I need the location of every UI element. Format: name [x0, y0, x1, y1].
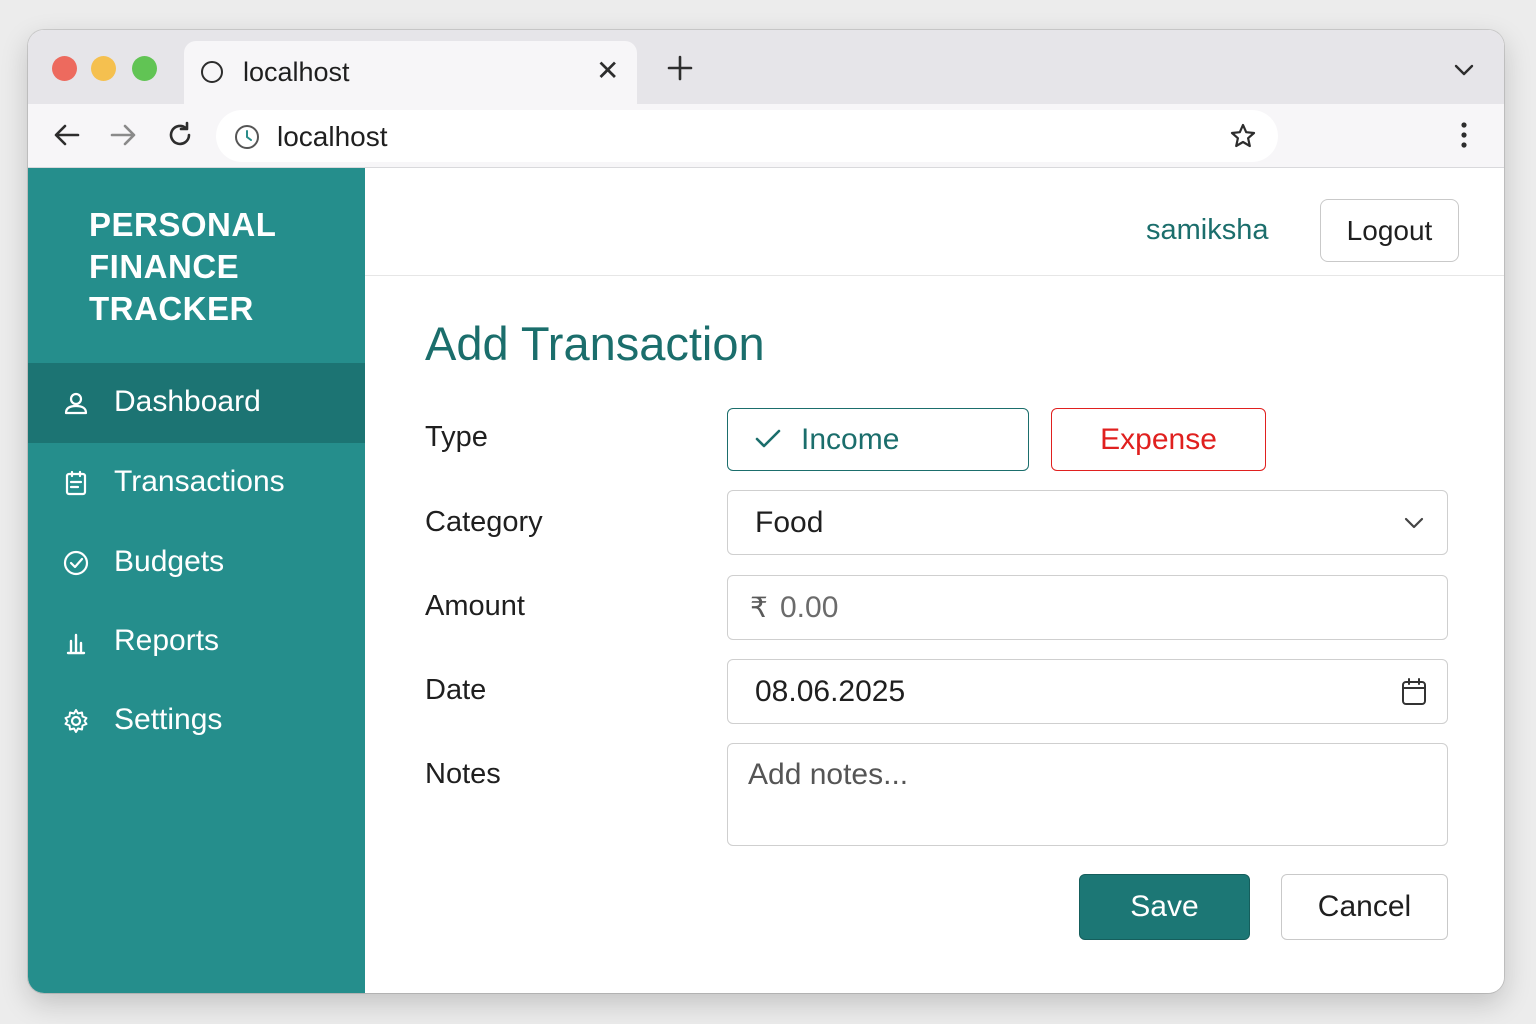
- bar-chart-icon: [66, 633, 86, 655]
- sidebar-item-label: Settings: [114, 703, 223, 736]
- date-field[interactable]: 08.06.2025: [727, 659, 1448, 724]
- address-url: localhost: [277, 121, 388, 152]
- app: PERSONAL FINANCE TRACKER Dashboard Trans…: [28, 168, 1504, 993]
- check-circle-icon: [63, 550, 89, 576]
- sidebar-item-label: Reports: [114, 624, 220, 657]
- date-label: Date: [425, 674, 487, 706]
- clipboard-icon: [65, 470, 87, 496]
- maximize-window-button[interactable]: [132, 56, 157, 81]
- checkmark-icon: [755, 429, 781, 448]
- close-window-button[interactable]: [52, 56, 77, 81]
- category-label: Category: [425, 506, 543, 538]
- type-label: Type: [425, 421, 488, 453]
- sidebar-item-label: Budgets: [114, 545, 225, 578]
- tab-title: localhost: [243, 57, 350, 87]
- notes-label: Notes: [425, 758, 501, 790]
- sidebar-item-dashboard[interactable]: Dashboard: [28, 363, 365, 443]
- cancel-button[interactable]: Cancel: [1281, 874, 1448, 940]
- sidebar-item-label: Transactions: [114, 465, 285, 498]
- sidebar-item-reports[interactable]: Reports: [28, 602, 365, 682]
- income-label: Income: [801, 423, 900, 456]
- browser-tab[interactable]: localhost ✕: [184, 41, 637, 104]
- rupee-currency-icon: ₹: [750, 592, 768, 623]
- category-value: Food: [755, 506, 824, 539]
- brand-line: PERSONAL: [89, 206, 277, 243]
- gear-icon: [64, 709, 88, 733]
- save-button[interactable]: Save: [1079, 874, 1250, 940]
- expense-toggle-button[interactable]: Expense: [1051, 408, 1266, 471]
- amount-label: Amount: [425, 590, 525, 622]
- amount-field[interactable]: ₹: [727, 575, 1448, 640]
- income-toggle-button[interactable]: Income: [727, 408, 1029, 471]
- sidebar-item-settings[interactable]: Settings: [28, 681, 365, 761]
- tab-favicon-icon: [201, 61, 223, 83]
- date-value: 08.06.2025: [755, 675, 906, 708]
- tab-close-icon[interactable]: ✕: [596, 55, 619, 87]
- browser-window: localhost ✕ localhost PERSONAL FINANCE T…: [28, 30, 1504, 993]
- sidebar-item-budgets[interactable]: Budgets: [28, 523, 365, 603]
- back-arrow-icon[interactable]: [52, 120, 82, 150]
- sidebar-item-label: Dashboard: [114, 385, 261, 418]
- notes-textarea[interactable]: [727, 743, 1448, 846]
- minimize-window-button[interactable]: [91, 56, 116, 81]
- tab-strip: localhost ✕: [28, 30, 1504, 104]
- page-title: Add Transaction: [425, 317, 765, 370]
- calendar-icon[interactable]: [1400, 677, 1428, 707]
- brand-line: FINANCE: [89, 248, 240, 285]
- category-select[interactable]: Food: [727, 490, 1448, 555]
- top-bar: samiksha Logout: [365, 168, 1504, 276]
- new-tab-icon[interactable]: [664, 52, 696, 84]
- brand-line: TRACKER: [89, 290, 254, 327]
- app-brand: PERSONAL FINANCE TRACKER: [89, 204, 329, 330]
- reload-icon[interactable]: [165, 120, 195, 150]
- amount-input[interactable]: [780, 586, 1420, 630]
- username: samiksha: [1146, 214, 1269, 246]
- tab-list-chevron-icon[interactable]: [1452, 58, 1476, 82]
- browser-menu-icon[interactable]: [1452, 118, 1476, 152]
- browser-toolbar: localhost: [28, 104, 1504, 168]
- address-bar[interactable]: localhost: [216, 110, 1278, 162]
- sidebar: PERSONAL FINANCE TRACKER Dashboard Trans…: [28, 168, 365, 993]
- main-content: samiksha Logout Add Transaction Type Inc…: [365, 168, 1504, 993]
- logout-button[interactable]: Logout: [1320, 199, 1459, 262]
- sidebar-item-transactions[interactable]: Transactions: [28, 443, 365, 523]
- forward-arrow-icon[interactable]: [108, 120, 138, 150]
- bookmark-star-icon[interactable]: [1229, 122, 1257, 150]
- chevron-down-icon: [1404, 517, 1424, 529]
- user-icon: [64, 392, 88, 415]
- site-info-icon[interactable]: [234, 124, 260, 150]
